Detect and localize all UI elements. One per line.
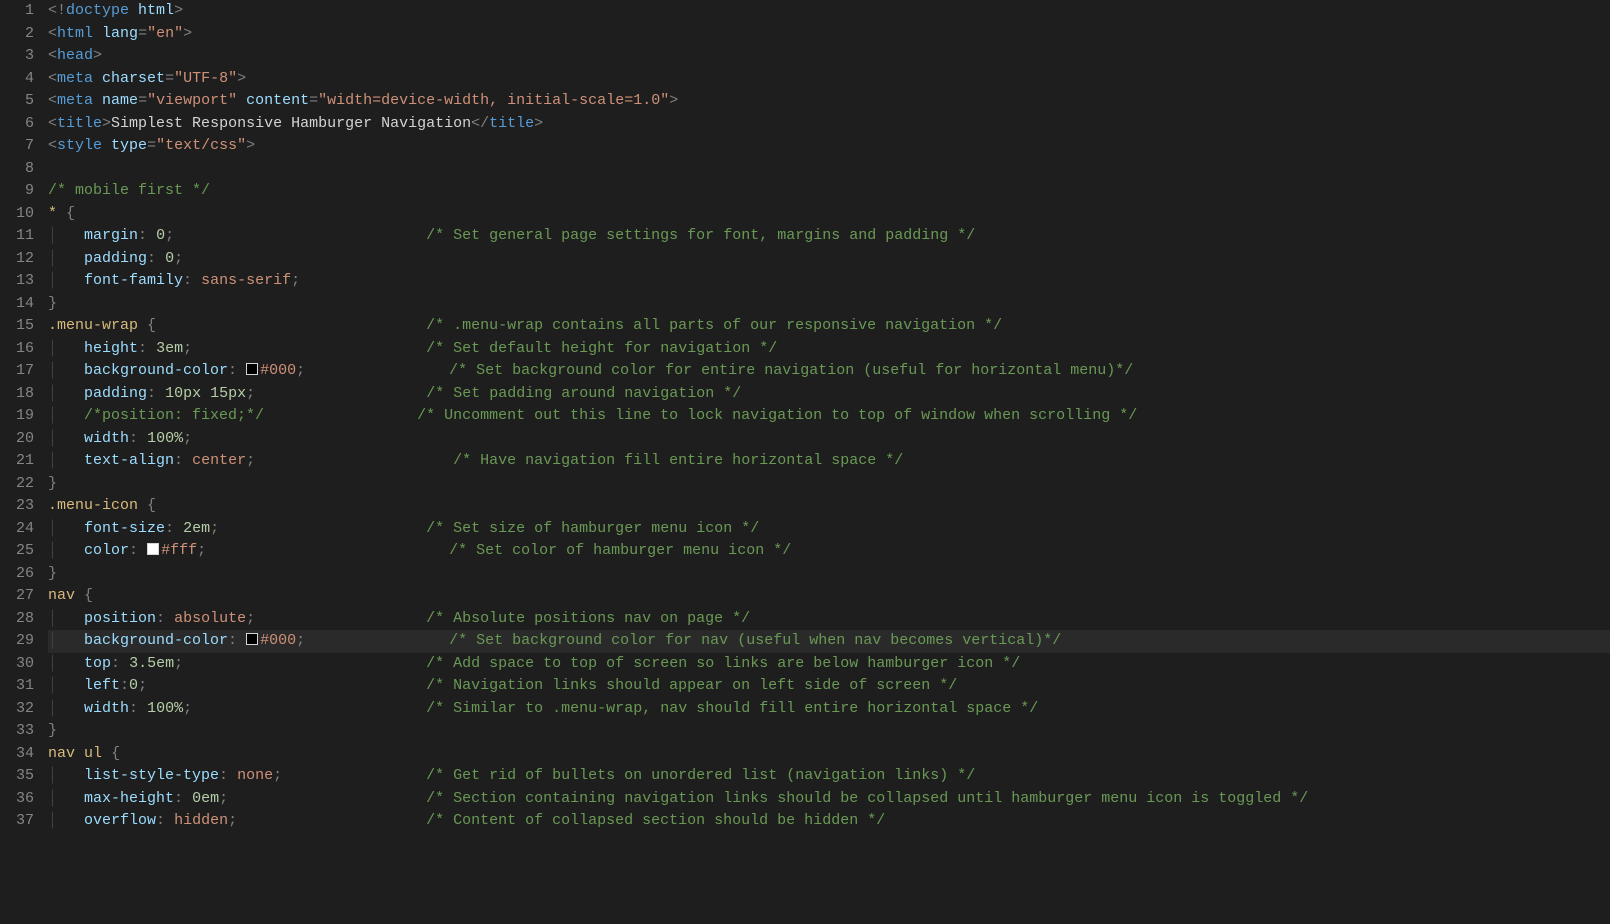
code-line[interactable]: <html lang="en"> — [48, 23, 1610, 46]
line-number: 28 — [0, 608, 34, 631]
line-number: 25 — [0, 540, 34, 563]
code-line[interactable]: <meta charset="UTF-8"> — [48, 68, 1610, 91]
code-line[interactable]: <title>Simplest Responsive Hamburger Nav… — [48, 113, 1610, 136]
line-number: 2 — [0, 23, 34, 46]
code-line[interactable]: } — [48, 720, 1610, 743]
line-number: 26 — [0, 563, 34, 586]
code-line[interactable]: } — [48, 293, 1610, 316]
line-number: 9 — [0, 180, 34, 203]
code-line[interactable]: nav { — [48, 585, 1610, 608]
code-line[interactable]: │ list-style-type: none; /* Get rid of b… — [48, 765, 1610, 788]
code-area[interactable]: <!doctype html> <html lang="en"> <head> … — [48, 0, 1610, 833]
line-number: 33 — [0, 720, 34, 743]
line-number: 8 — [0, 158, 34, 181]
line-number: 11 — [0, 225, 34, 248]
line-number: 27 — [0, 585, 34, 608]
line-number: 35 — [0, 765, 34, 788]
line-number: 3 — [0, 45, 34, 68]
code-line[interactable]: │ text-align: center; /* Have navigation… — [48, 450, 1610, 473]
line-number: 24 — [0, 518, 34, 541]
line-number: 29 — [0, 630, 34, 653]
code-line[interactable]: │ max-height: 0em; /* Section containing… — [48, 788, 1610, 811]
line-number: 6 — [0, 113, 34, 136]
code-line[interactable]: <style type="text/css"> — [48, 135, 1610, 158]
code-line-active[interactable]: │ background-color: #000; /* Set backgro… — [48, 630, 1610, 653]
code-line[interactable]: │ top: 3.5em; /* Add space to top of scr… — [48, 653, 1610, 676]
line-number: 15 — [0, 315, 34, 338]
code-line[interactable]: } — [48, 473, 1610, 496]
code-line[interactable]: │ font-family: sans-serif; — [48, 270, 1610, 293]
code-line[interactable]: │ overflow: hidden; /* Content of collap… — [48, 810, 1610, 833]
code-line[interactable]: │ width: 100%; /* Similar to .menu-wrap,… — [48, 698, 1610, 721]
code-line[interactable]: │ font-size: 2em; /* Set size of hamburg… — [48, 518, 1610, 541]
line-number: 12 — [0, 248, 34, 271]
code-line[interactable]: .menu-wrap { /* .menu-wrap contains all … — [48, 315, 1610, 338]
code-line[interactable]: │ background-color: #000; /* Set backgro… — [48, 360, 1610, 383]
code-line[interactable]: <!doctype html> — [48, 0, 1610, 23]
code-line[interactable]: │ left:0; /* Navigation links should app… — [48, 675, 1610, 698]
line-number: 1 — [0, 0, 34, 23]
code-line[interactable]: .menu-icon { — [48, 495, 1610, 518]
code-line[interactable]: │ padding: 0; — [48, 248, 1610, 271]
line-number: 19 — [0, 405, 34, 428]
line-number-gutter: 1 2 3 4 5 6 7 8 9 10 11 12 13 14 15 16 1… — [0, 0, 48, 833]
color-swatch-icon — [246, 633, 258, 645]
line-number: 23 — [0, 495, 34, 518]
code-line[interactable] — [48, 158, 1610, 181]
line-number: 7 — [0, 135, 34, 158]
line-number: 16 — [0, 338, 34, 361]
code-line[interactable]: │ position: absolute; /* Absolute positi… — [48, 608, 1610, 631]
code-line[interactable]: <meta name="viewport" content="width=dev… — [48, 90, 1610, 113]
line-number: 4 — [0, 68, 34, 91]
code-line[interactable]: │ width: 100%; — [48, 428, 1610, 451]
line-number: 31 — [0, 675, 34, 698]
line-number: 20 — [0, 428, 34, 451]
code-line[interactable]: * { — [48, 203, 1610, 226]
line-number: 32 — [0, 698, 34, 721]
code-line[interactable]: /* mobile first */ — [48, 180, 1610, 203]
code-line[interactable]: │ color: #fff; /* Set color of hamburger… — [48, 540, 1610, 563]
code-line[interactable]: │ height: 3em; /* Set default height for… — [48, 338, 1610, 361]
line-number: 36 — [0, 788, 34, 811]
code-line[interactable]: │ /*position: fixed;*/ /* Uncomment out … — [48, 405, 1610, 428]
line-number: 18 — [0, 383, 34, 406]
code-line[interactable]: │ margin: 0; /* Set general page setting… — [48, 225, 1610, 248]
code-line[interactable]: nav ul { — [48, 743, 1610, 766]
line-number: 5 — [0, 90, 34, 113]
line-number: 10 — [0, 203, 34, 226]
line-number: 30 — [0, 653, 34, 676]
color-swatch-icon — [246, 363, 258, 375]
line-number: 34 — [0, 743, 34, 766]
code-line[interactable]: │ padding: 10px 15px; /* Set padding aro… — [48, 383, 1610, 406]
line-number: 21 — [0, 450, 34, 473]
line-number: 37 — [0, 810, 34, 833]
code-line[interactable]: } — [48, 563, 1610, 586]
line-number: 13 — [0, 270, 34, 293]
line-number: 22 — [0, 473, 34, 496]
code-editor[interactable]: 1 2 3 4 5 6 7 8 9 10 11 12 13 14 15 16 1… — [0, 0, 1610, 833]
code-line[interactable]: <head> — [48, 45, 1610, 68]
color-swatch-icon — [147, 543, 159, 555]
line-number: 14 — [0, 293, 34, 316]
line-number: 17 — [0, 360, 34, 383]
